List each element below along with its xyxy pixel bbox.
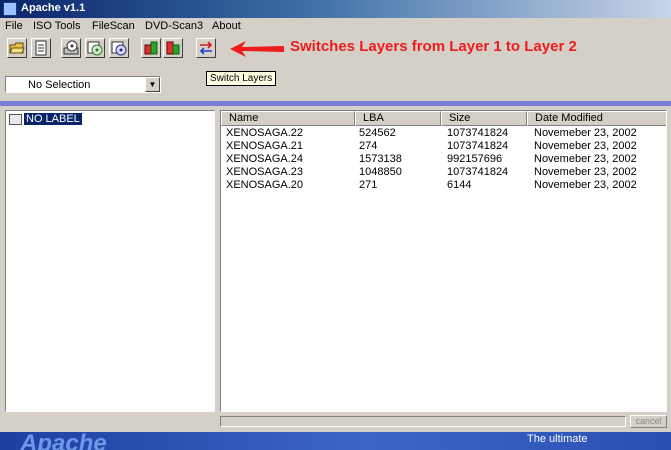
disc-extract-button[interactable] (109, 38, 129, 58)
layer-1-button[interactable] (141, 38, 161, 58)
drive-scan-icon (63, 40, 79, 55)
banner-logo-text: Apache (20, 432, 107, 450)
column-header-date[interactable]: Date Modified (527, 111, 666, 126)
column-header-lba[interactable]: LBA (355, 111, 441, 126)
switch-layers-tooltip: Switch Layers (206, 71, 277, 86)
menu-iso-tools[interactable]: ISO Tools (33, 20, 81, 32)
cell-size: 1073741824 (447, 127, 509, 139)
table-row[interactable]: XENOSAGA.21 274 1073741824 Novemeber 23,… (221, 140, 666, 153)
menu-about[interactable]: About (212, 20, 241, 32)
cell-name: XENOSAGA.21 (226, 140, 304, 152)
layer-right-icon (166, 41, 180, 55)
cell-date: Novemeber 23, 2002 (534, 166, 637, 178)
menu-dvd-scan3[interactable]: DVD-Scan3 (145, 20, 203, 32)
dropdown-arrow-icon[interactable]: ▼ (145, 77, 160, 92)
cell-lba: 271 (359, 179, 378, 191)
table-row[interactable]: XENOSAGA.23 1048850 1073741824 Novemeber… (221, 166, 666, 179)
panel-separator (0, 101, 671, 106)
tree-node-root[interactable]: NO LABEL (9, 113, 82, 126)
cell-size: 1073741824 (447, 140, 509, 152)
cell-name: XENOSAGA.22 (226, 127, 304, 139)
cell-name: XENOSAGA.24 (226, 153, 304, 165)
drive-scan-button[interactable] (61, 38, 81, 58)
column-header-name[interactable]: Name (221, 111, 355, 126)
layer-left-icon (144, 41, 158, 55)
layer-2-button[interactable] (163, 38, 183, 58)
disc-scan-icon (87, 41, 103, 56)
cell-lba: 1048850 (359, 166, 402, 178)
cancel-button[interactable]: cancel (630, 415, 667, 428)
open-folder-icon (9, 42, 25, 54)
bottom-banner: Apache The ultimate (0, 432, 671, 450)
title-bar[interactable]: Apache v1.1 (0, 0, 671, 18)
switch-layers-icon (199, 41, 213, 55)
cell-lba: 1573138 (359, 153, 402, 165)
banner-tagline: The ultimate (527, 433, 588, 445)
disc-label-icon (9, 113, 22, 125)
menu-bar: File ISO Tools FileScan DVD-Scan3 About (0, 18, 671, 34)
disc-extract-icon (111, 41, 127, 56)
file-list[interactable]: Name LBA Size Date Modified XENOSAGA.22 … (220, 110, 667, 412)
cell-date: Novemeber 23, 2002 (534, 179, 637, 191)
cell-size: 6144 (447, 179, 472, 191)
switch-layers-button[interactable] (196, 38, 216, 58)
layer-selector[interactable]: No Selection ▼ (5, 76, 161, 93)
column-header-size[interactable]: Size (441, 111, 527, 126)
table-row[interactable]: XENOSAGA.20 271 6144 Novemeber 23, 2002 (221, 179, 666, 192)
cell-date: Novemeber 23, 2002 (534, 140, 637, 152)
disc-scan-button[interactable] (85, 38, 105, 58)
cell-size: 1073741824 (447, 166, 509, 178)
cell-date: Novemeber 23, 2002 (534, 153, 637, 165)
cell-lba: 274 (359, 140, 378, 152)
cell-lba: 524562 (359, 127, 396, 139)
annotation-text: Switches Layers from Layer 1 to Layer 2 (290, 38, 577, 55)
table-row[interactable]: XENOSAGA.24 1573138 992157696 Novemeber … (221, 153, 666, 166)
cell-name: XENOSAGA.23 (226, 166, 304, 178)
menu-file[interactable]: File (5, 20, 23, 32)
cell-date: Novemeber 23, 2002 (534, 127, 637, 139)
open-button[interactable] (7, 38, 27, 58)
selector-value: No Selection (28, 79, 91, 91)
tree-node-label: NO LABEL (24, 113, 82, 126)
table-row[interactable]: XENOSAGA.22 524562 1073741824 Novemeber … (221, 127, 666, 140)
document-icon (35, 40, 47, 56)
tree-view[interactable]: NO LABEL (5, 110, 215, 412)
annotation-arrow-icon (230, 41, 284, 57)
new-document-button[interactable] (31, 38, 51, 58)
list-header: Name LBA Size Date Modified (221, 111, 666, 126)
cell-name: XENOSAGA.20 (226, 179, 304, 191)
menu-filescan[interactable]: FileScan (92, 20, 135, 32)
app-icon (3, 2, 17, 16)
window-title: Apache v1.1 (21, 2, 86, 14)
progress-bar (220, 416, 626, 427)
cell-size: 992157696 (447, 153, 503, 165)
